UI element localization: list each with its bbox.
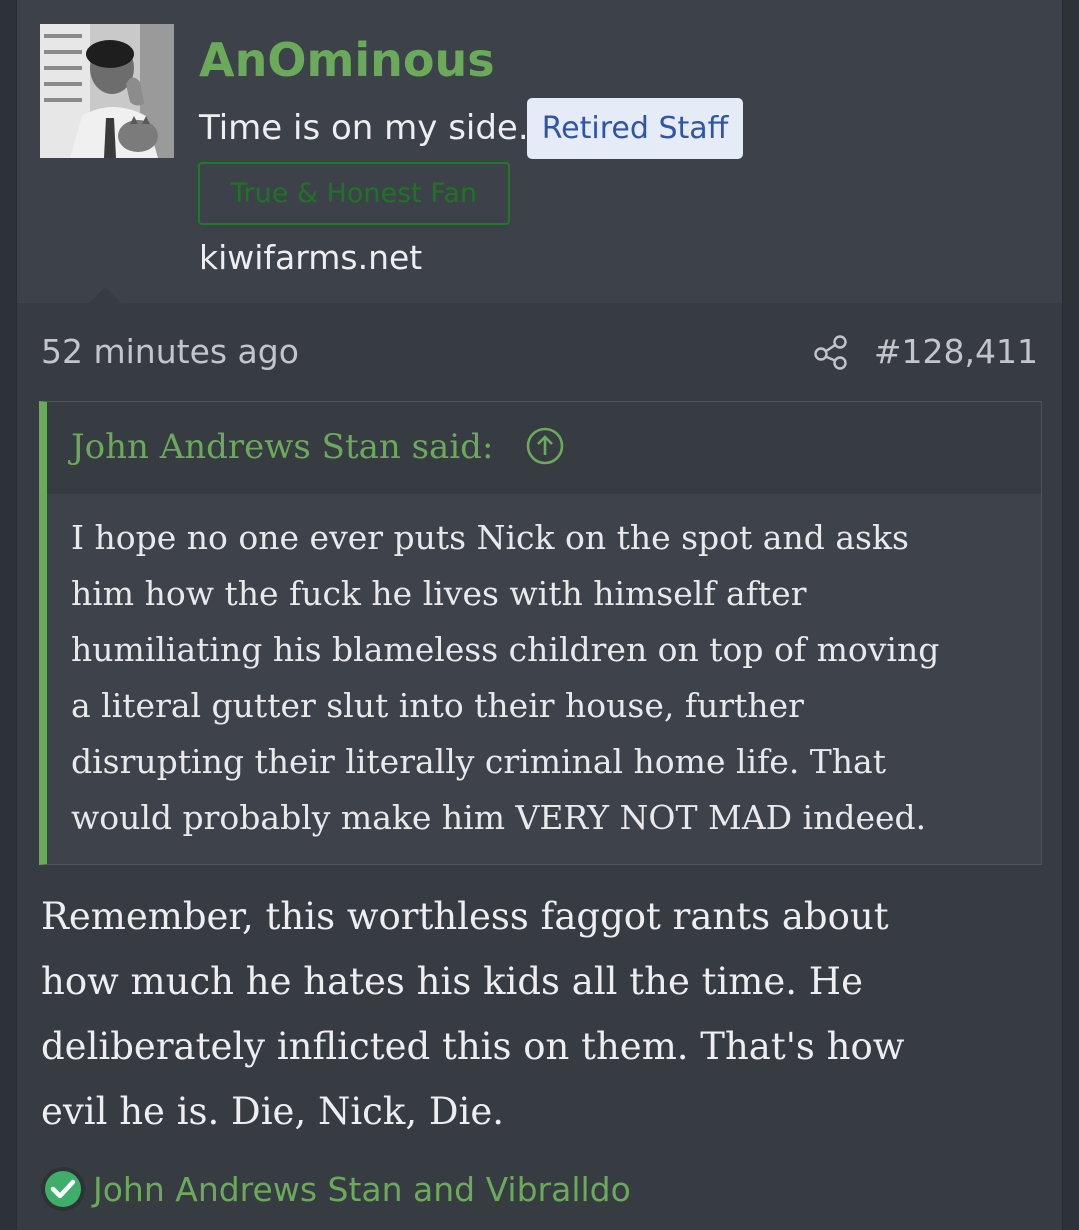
- user-site: kiwifarms.net: [199, 238, 423, 277]
- post: AnOminous Time is on my side. Retired St…: [16, 0, 1063, 1230]
- retired-staff-badge: Retired Staff: [527, 98, 743, 159]
- share-icon[interactable]: [813, 334, 849, 370]
- quote-author[interactable]: John Andrews Stan said:: [71, 422, 493, 472]
- true-honest-fan-badge: True & Honest Fan: [198, 162, 510, 225]
- quote-block: John Andrews Stan said: I hope no one ev…: [39, 401, 1042, 865]
- quote-body: I hope no one ever puts Nick on the spot…: [71, 510, 1031, 846]
- arrow-up-circle-icon[interactable]: [525, 426, 565, 466]
- quote-line: a literal gutter slut into their house, …: [71, 686, 804, 725]
- message-line: deliberately inflicted this on them. Tha…: [41, 1025, 905, 1068]
- message-body: Remember, this worthless faggot rants ab…: [41, 884, 1041, 1144]
- avatar[interactable]: [40, 24, 174, 158]
- quote-line: humiliating his blameless children on to…: [71, 630, 940, 669]
- message-line: Remember, this worthless faggot rants ab…: [41, 895, 889, 938]
- quote-line: him how the fuck he lives with himself a…: [71, 574, 807, 613]
- user-block: AnOminous Time is on my side. Retired St…: [17, 0, 1062, 303]
- username[interactable]: AnOminous: [199, 30, 495, 90]
- post-timestamp[interactable]: 52 minutes ago: [41, 328, 299, 376]
- user-title: Time is on my side.: [199, 108, 529, 148]
- message-line: how much he hates his kids all the time.…: [41, 960, 863, 1003]
- message-line: evil he is. Die, Nick, Die.: [41, 1090, 505, 1133]
- user-block-pointer: [89, 287, 121, 303]
- quote-line: I hope no one ever puts Nick on the spot…: [71, 518, 909, 557]
- reaction-users[interactable]: John Andrews Stan and Vibralldo: [93, 1166, 631, 1214]
- checkmark-circle-icon[interactable]: [39, 1165, 87, 1213]
- quote-line: would probably make him VERY NOT MAD ind…: [71, 798, 927, 837]
- quote-header: John Andrews Stan said:: [47, 402, 1041, 494]
- quote-line: disrupting their literally criminal home…: [71, 742, 886, 781]
- avatar-photo: [40, 24, 174, 158]
- post-number-link[interactable]: #128,411: [874, 328, 1038, 376]
